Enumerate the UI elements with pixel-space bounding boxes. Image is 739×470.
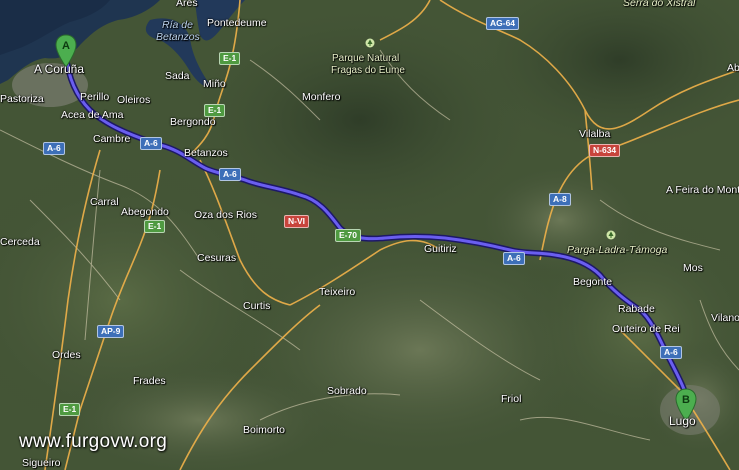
map-view[interactable]: A B Ría de Betanzos Parque Natural Fraga… xyxy=(0,0,739,470)
place-label: Teixeiro xyxy=(319,286,356,298)
place-label: Curtis xyxy=(243,300,271,312)
place-label: Monfero xyxy=(302,91,341,103)
place-label: Pastoriza xyxy=(0,93,44,105)
place-label: Rabade xyxy=(618,303,655,315)
end-marker-label: B xyxy=(682,394,690,406)
water-label: Ría de xyxy=(162,19,193,31)
park-icon xyxy=(606,230,616,240)
road-shield: E-1 xyxy=(59,403,81,416)
place-label: Oza dos Rios xyxy=(194,209,258,221)
place-label: Guitiriz xyxy=(424,243,457,255)
road-shield: A-6 xyxy=(503,252,525,265)
road-shield: AP-9 xyxy=(97,325,125,338)
place-label: Mos xyxy=(683,262,703,274)
road-shield: N-VI xyxy=(284,215,309,228)
place-label: Boimorto xyxy=(243,424,286,436)
park-label: Parga-Ladra-Támoga xyxy=(567,244,668,256)
road-shield: A-8 xyxy=(549,193,571,206)
place-label: Abegondo xyxy=(121,206,169,218)
park-label: Serra do Xistral xyxy=(623,0,696,9)
place-label: Frades xyxy=(133,375,166,387)
road-shield: A-6 xyxy=(660,346,682,359)
watermark: www.furgovw.org xyxy=(19,431,168,452)
place-label: Outeiro de Rei xyxy=(612,323,680,335)
place-label: Sobrado xyxy=(327,385,367,397)
place-label: Sada xyxy=(165,70,190,82)
place-label: Miño xyxy=(203,78,226,90)
place-label: Acea de Ama xyxy=(61,109,124,121)
place-label: Friol xyxy=(501,393,522,405)
place-label: Ordes xyxy=(52,349,81,361)
park-label: Fragas do Eume xyxy=(331,65,405,76)
place-label: Cambre xyxy=(93,133,131,145)
road-shield: E-1 xyxy=(204,104,226,117)
road-shield: AG-64 xyxy=(486,17,520,30)
place-label: Bergondo xyxy=(170,116,216,128)
place-label: Perillo xyxy=(80,91,110,103)
place-label: A Coruña xyxy=(34,62,85,76)
start-marker-label: A xyxy=(62,40,70,52)
road-shield: E-1 xyxy=(219,52,241,65)
place-label: Ab xyxy=(727,62,739,74)
place-label: Betanzos xyxy=(184,147,228,159)
place-label: Ares xyxy=(176,0,198,9)
road-shield: A-6 xyxy=(140,137,162,150)
place-label: Lugo xyxy=(669,414,696,428)
park-label: Parque Natural xyxy=(332,53,400,64)
place-label: Cerceda xyxy=(0,236,40,248)
place-label: Sigueiro xyxy=(22,457,61,469)
place-label: Cesuras xyxy=(197,252,237,264)
road-shield: N-634 xyxy=(589,144,621,157)
road-shield: E-70 xyxy=(335,229,361,242)
place-label: Pontedeume xyxy=(207,17,267,29)
road-shield: E-1 xyxy=(144,220,166,233)
road-shield: A-6 xyxy=(43,142,65,155)
place-label: Begonte xyxy=(573,276,613,288)
place-label: A Feira do Monte xyxy=(666,184,739,196)
place-label: Carral xyxy=(90,196,119,208)
road-shield: A-6 xyxy=(219,168,241,181)
water-label: Betanzos xyxy=(156,31,200,43)
place-label: Oleiros xyxy=(117,94,151,106)
park-icon xyxy=(365,38,375,48)
place-label: Vilano xyxy=(711,312,739,324)
place-label: Vilalba xyxy=(579,128,611,140)
